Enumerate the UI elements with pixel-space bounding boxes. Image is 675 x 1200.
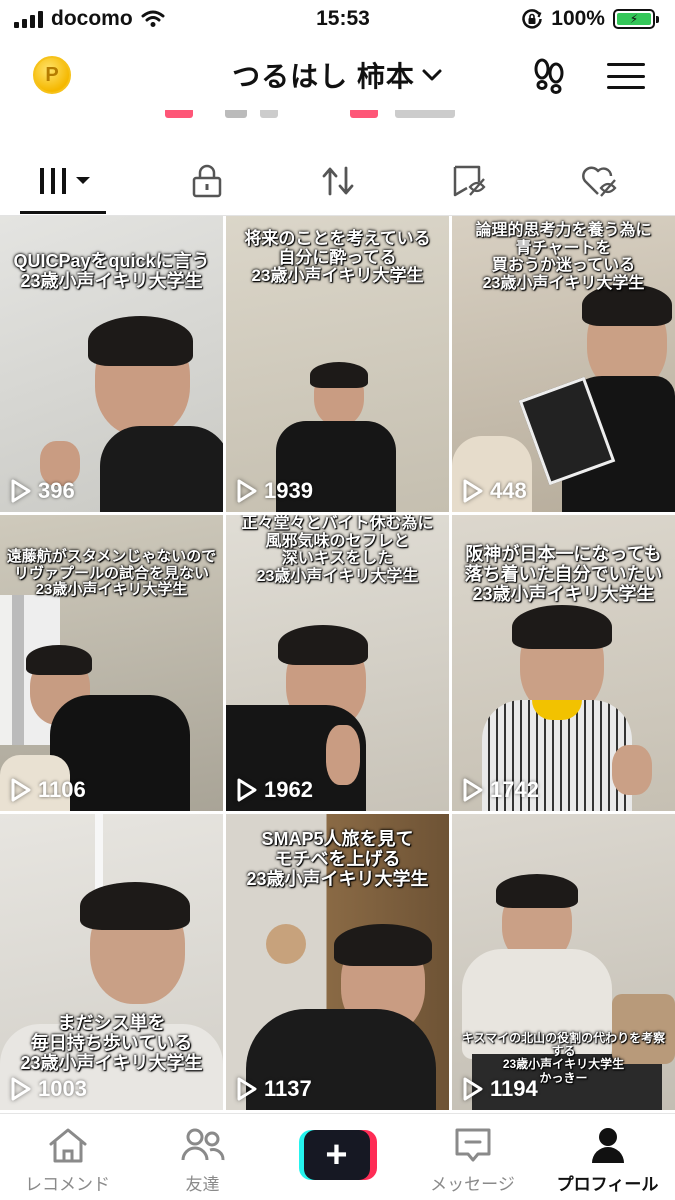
wifi-icon (141, 10, 165, 27)
tab-private[interactable] (151, 150, 263, 212)
video-thumbnail[interactable]: 論理的思考力を養う為に 青チャートを 買おうか迷っている 23歳小声イキリ大学生… (452, 216, 675, 512)
tab-videos[interactable] (19, 150, 132, 214)
account-switcher[interactable]: つるはし 柿本 (232, 55, 443, 95)
plus-icon: + (303, 1130, 370, 1180)
video-thumbnail[interactable]: まだシス単を 毎日持ち歩いている 23歳小声イキリ大学生 1003 (0, 814, 223, 1110)
chevron-down-icon (422, 69, 442, 81)
video-scene (0, 814, 223, 1110)
video-caption: 将来のことを考えている 自分に酔ってる 23歳小声イキリ大学生 (244, 229, 431, 286)
video-thumbnail[interactable]: 将来のことを考えている 自分に酔ってる 23歳小声イキリ大学生 1939 (226, 216, 449, 512)
home-icon (49, 1128, 86, 1163)
status-bar: docomo 15:53 100% ⚡ (0, 0, 675, 38)
repost-icon (322, 166, 353, 196)
bottom-nav: レコメンド 友達 + メッセージ プロフィール (0, 1113, 675, 1200)
nav-home[interactable]: レコメンド (8, 1126, 128, 1195)
play-count: 1106 (10, 777, 86, 803)
nav-inbox[interactable]: メッセージ (413, 1126, 533, 1195)
play-count: 1742 (462, 777, 539, 803)
view-count: 396 (38, 478, 75, 503)
video-caption: 正々堂々とバイト休む為に 風邪気味のセフレと 深いキスをした 23歳小声イキリ大… (241, 515, 434, 585)
tab-reposts[interactable] (282, 150, 394, 212)
friends-icon (181, 1128, 224, 1161)
profile-name: つるはし 柿本 (232, 61, 415, 92)
play-icon (11, 778, 31, 802)
video-caption: 論理的思考力を養う為に 青チャートを 買おうか迷っている 23歳小声イキリ大学生 (475, 222, 652, 292)
nav-label: プロフィール (556, 1175, 659, 1194)
video-grid: QUICPayをquickに言う 23歳小声イキリ大学生 396 将来のことを考… (0, 216, 675, 1110)
view-count: 1003 (38, 1076, 87, 1101)
view-count: 1962 (264, 777, 313, 802)
play-count: 448 (462, 478, 527, 504)
menu-icon[interactable] (607, 63, 645, 89)
play-icon (11, 1077, 31, 1101)
view-count: 1194 (490, 1076, 538, 1101)
coin-icon[interactable]: P (33, 56, 71, 94)
play-count: 1194 (462, 1076, 538, 1102)
play-icon (11, 479, 31, 503)
nav-label: レコメンド (25, 1175, 110, 1194)
play-icon (237, 479, 257, 503)
profile-tabs (0, 150, 675, 214)
play-count: 1003 (10, 1076, 87, 1102)
view-count: 1106 (38, 777, 86, 802)
nav-profile[interactable]: プロフィール (548, 1126, 668, 1195)
play-icon (463, 778, 483, 802)
signal-icon (14, 10, 43, 28)
nav-label: 友達 (185, 1175, 220, 1194)
bookmark-icon (453, 165, 486, 197)
tab-favorites[interactable] (413, 150, 525, 212)
view-count: 1137 (264, 1076, 312, 1101)
grid-icon (39, 168, 90, 194)
battery-percent: 100% (551, 7, 605, 30)
play-count: 396 (10, 478, 75, 504)
rotation-lock-icon (522, 9, 543, 29)
nav-create[interactable]: + (278, 1126, 398, 1180)
carrier-label: docomo (51, 7, 133, 30)
heart-icon (581, 166, 617, 197)
profile-header: P つるはし 柿本 (0, 40, 675, 110)
play-count: 1137 (236, 1076, 312, 1102)
battery-icon: ⚡ (612, 9, 659, 29)
video-thumbnail[interactable]: QUICPayをquickに言う 23歳小声イキリ大学生 396 (0, 216, 223, 512)
video-thumbnail[interactable]: 遠藤航がスタメンじゃないので リヴァプールの試合を見ない 23歳小声イキリ大学生… (0, 515, 223, 811)
play-icon (237, 1077, 257, 1101)
play-icon (463, 479, 483, 503)
view-count: 448 (490, 478, 527, 503)
video-caption: QUICPayをquickに言う 23歳小声イキリ大学生 (13, 251, 210, 291)
play-count: 1939 (236, 478, 313, 504)
play-icon (237, 778, 257, 802)
play-count: 1962 (236, 777, 313, 803)
view-count: 1742 (490, 777, 539, 802)
scrolled-bio-edge (0, 110, 675, 124)
video-caption: SMAP5人旅を見て モチベを上げる 23歳小声イキリ大学生 (246, 829, 429, 889)
nav-label: メッセージ (430, 1175, 515, 1194)
video-caption: まだシス単を 毎日持ち歩いている 23歳小声イキリ大学生 (20, 1013, 203, 1073)
video-thumbnail[interactable]: キスマイの北山の役割の代わりを考察する 23歳小声イキリ大学生 かっきー 119… (452, 814, 675, 1110)
tab-liked[interactable] (544, 150, 656, 212)
play-icon (463, 1077, 483, 1101)
profile-icon (591, 1128, 624, 1163)
nav-friends[interactable]: 友達 (143, 1126, 263, 1195)
video-thumbnail[interactable]: 阪神が日本一になっても 落ち着いた自分でいたい 23歳小声イキリ大学生 1742 (452, 515, 675, 811)
video-caption: 遠藤航がスタメンじゃないので リヴァプールの試合を見ない 23歳小声イキリ大学生 (6, 548, 217, 598)
footprints-icon[interactable] (531, 58, 567, 94)
view-count: 1939 (264, 478, 313, 503)
create-button[interactable]: + (298, 1130, 377, 1180)
inbox-icon (455, 1128, 490, 1162)
video-thumbnail[interactable]: 正々堂々とバイト休む為に 風邪気味のセフレと 深いキスをした 23歳小声イキリ大… (226, 515, 449, 811)
video-scene (452, 276, 675, 512)
lock-icon (192, 164, 221, 198)
video-caption: 阪神が日本一になっても 落ち着いた自分でいたい 23歳小声イキリ大学生 (464, 544, 663, 604)
clock: 15:53 (316, 7, 370, 30)
video-thumbnail[interactable]: SMAP5人旅を見て モチベを上げる 23歳小声イキリ大学生 1137 (226, 814, 449, 1110)
